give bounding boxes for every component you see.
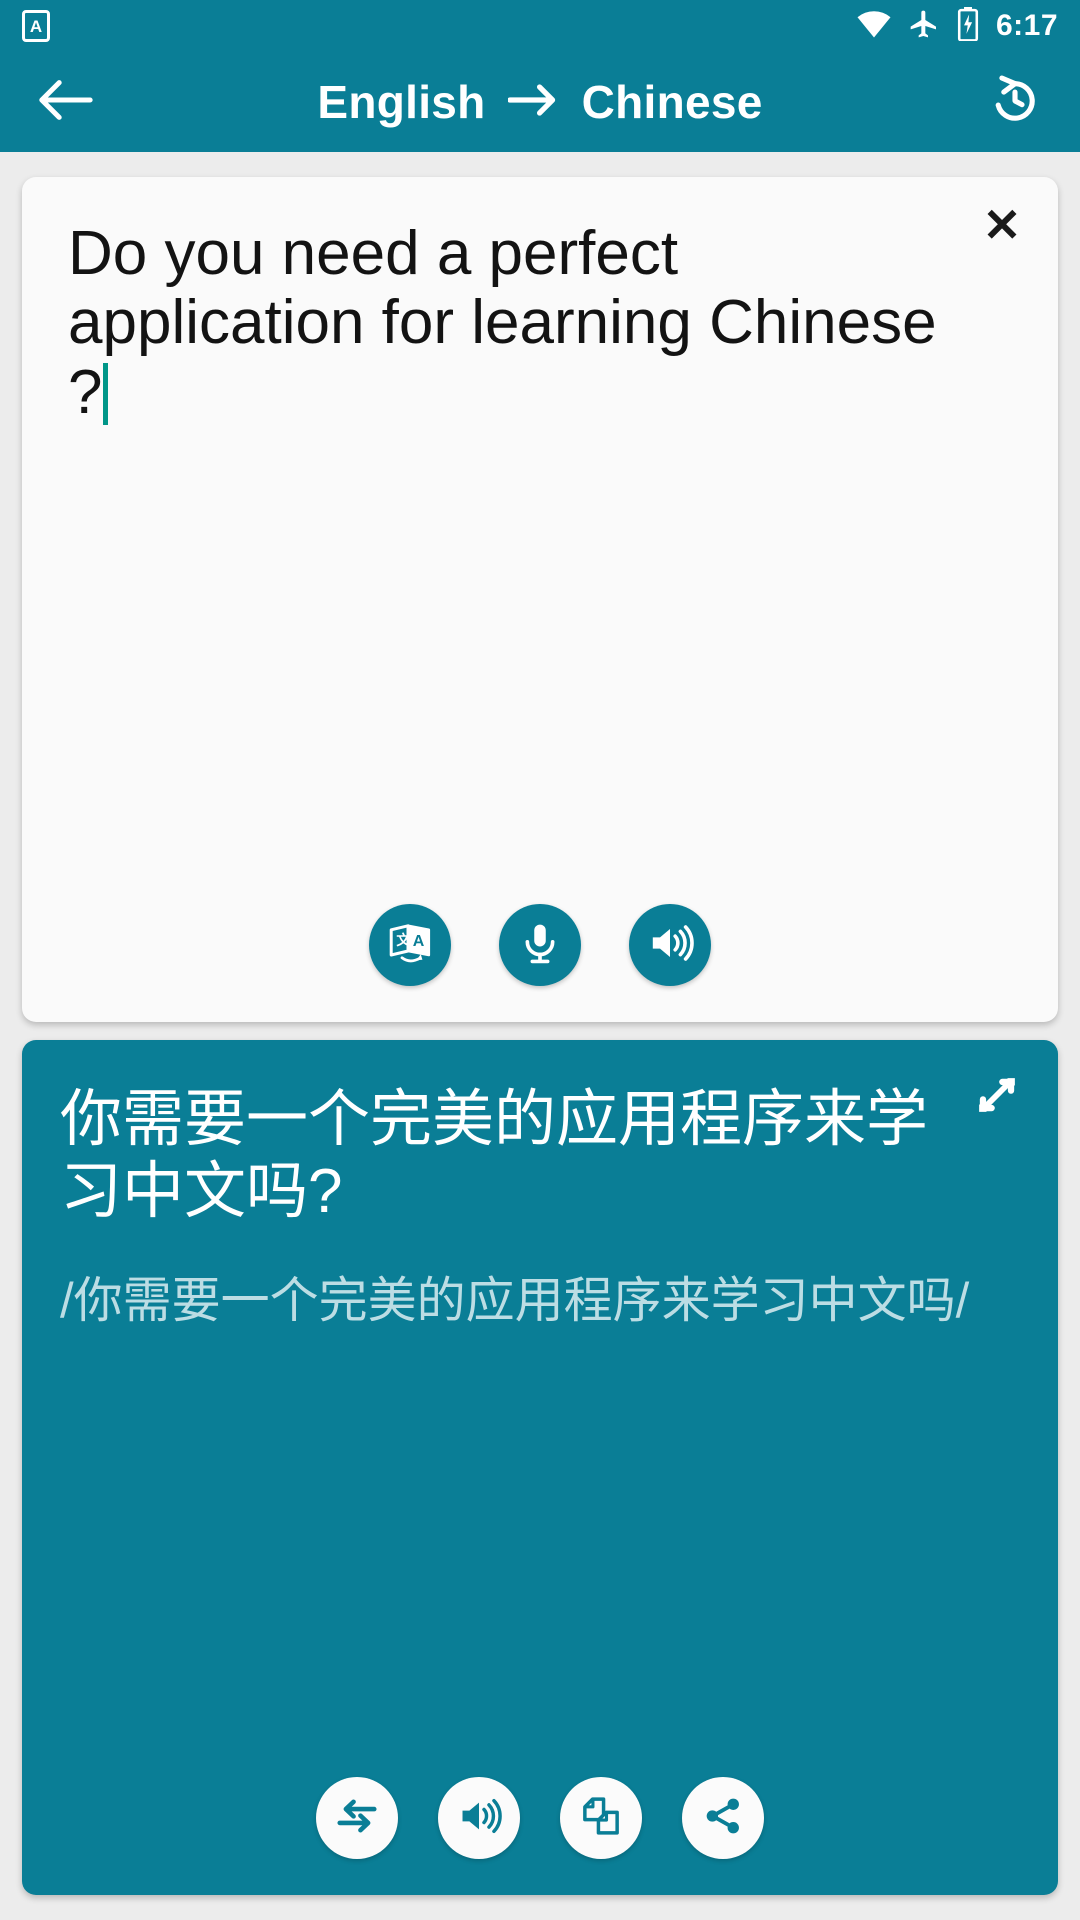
target-language-label: Chinese (581, 76, 763, 128)
svg-text:文: 文 (396, 932, 411, 948)
copy-icon (579, 1794, 623, 1843)
swap-languages-button[interactable] (316, 1777, 398, 1859)
text-caret (103, 362, 109, 425)
source-action-bar: 文 A (22, 904, 1058, 986)
language-pair-title[interactable]: English Chinese (102, 75, 978, 129)
share-icon (701, 1794, 745, 1843)
translation-text: 你需要一个完美的应用程序来学习中文吗? (60, 1085, 929, 1226)
share-button[interactable] (682, 1777, 764, 1859)
speak-translation-button[interactable] (438, 1777, 520, 1859)
status-bar: A 6:17 (0, 0, 1080, 52)
copy-button[interactable] (560, 1777, 642, 1859)
wifi-icon (856, 9, 892, 44)
svg-text:A: A (413, 933, 425, 950)
back-arrow-icon (36, 78, 94, 127)
translate-icon: 文 A (386, 919, 434, 972)
microphone-button[interactable] (499, 904, 581, 986)
translate-button[interactable]: 文 A (369, 904, 451, 986)
source-language-label: English (317, 76, 486, 128)
speak-source-button[interactable] (629, 904, 711, 986)
airplane-mode-icon (908, 8, 940, 45)
swap-arrows-icon (334, 1793, 380, 1844)
transliteration-text: /你需要一个完美的应用程序来学习中文吗/ (60, 1274, 970, 1328)
clear-source-button[interactable]: ✕ (972, 195, 1032, 255)
status-bar-left: A (22, 10, 50, 42)
result-action-bar (22, 1777, 1058, 1859)
expand-fullscreen-icon (968, 1066, 1026, 1129)
status-bar-right: 6:17 (856, 6, 1058, 46)
microphone-icon (517, 920, 563, 971)
translation-result-card[interactable]: 你需要一个完美的应用程序来学习中文吗? /你需要一个完美的应用程序来学习中文吗/ (22, 1040, 1058, 1895)
app-bar: English Chinese (0, 52, 1080, 152)
expand-button[interactable] (966, 1066, 1028, 1128)
speaker-icon (646, 919, 694, 972)
status-bar-clock: 6:17 (995, 9, 1058, 42)
back-button[interactable] (28, 65, 102, 139)
source-text-card[interactable]: ✕ Do you need a perfect application for … (22, 177, 1058, 1022)
source-text-value: Do you need a perfect application for le… (68, 219, 954, 427)
language-direction-arrow-icon (506, 75, 560, 129)
speaker-icon (456, 1793, 502, 1844)
source-text-input[interactable]: Do you need a perfect application for le… (68, 219, 938, 427)
battery-charging-icon (956, 6, 980, 46)
app-badge-icon: A (22, 10, 50, 42)
history-icon (987, 72, 1043, 133)
history-button[interactable] (978, 65, 1052, 139)
